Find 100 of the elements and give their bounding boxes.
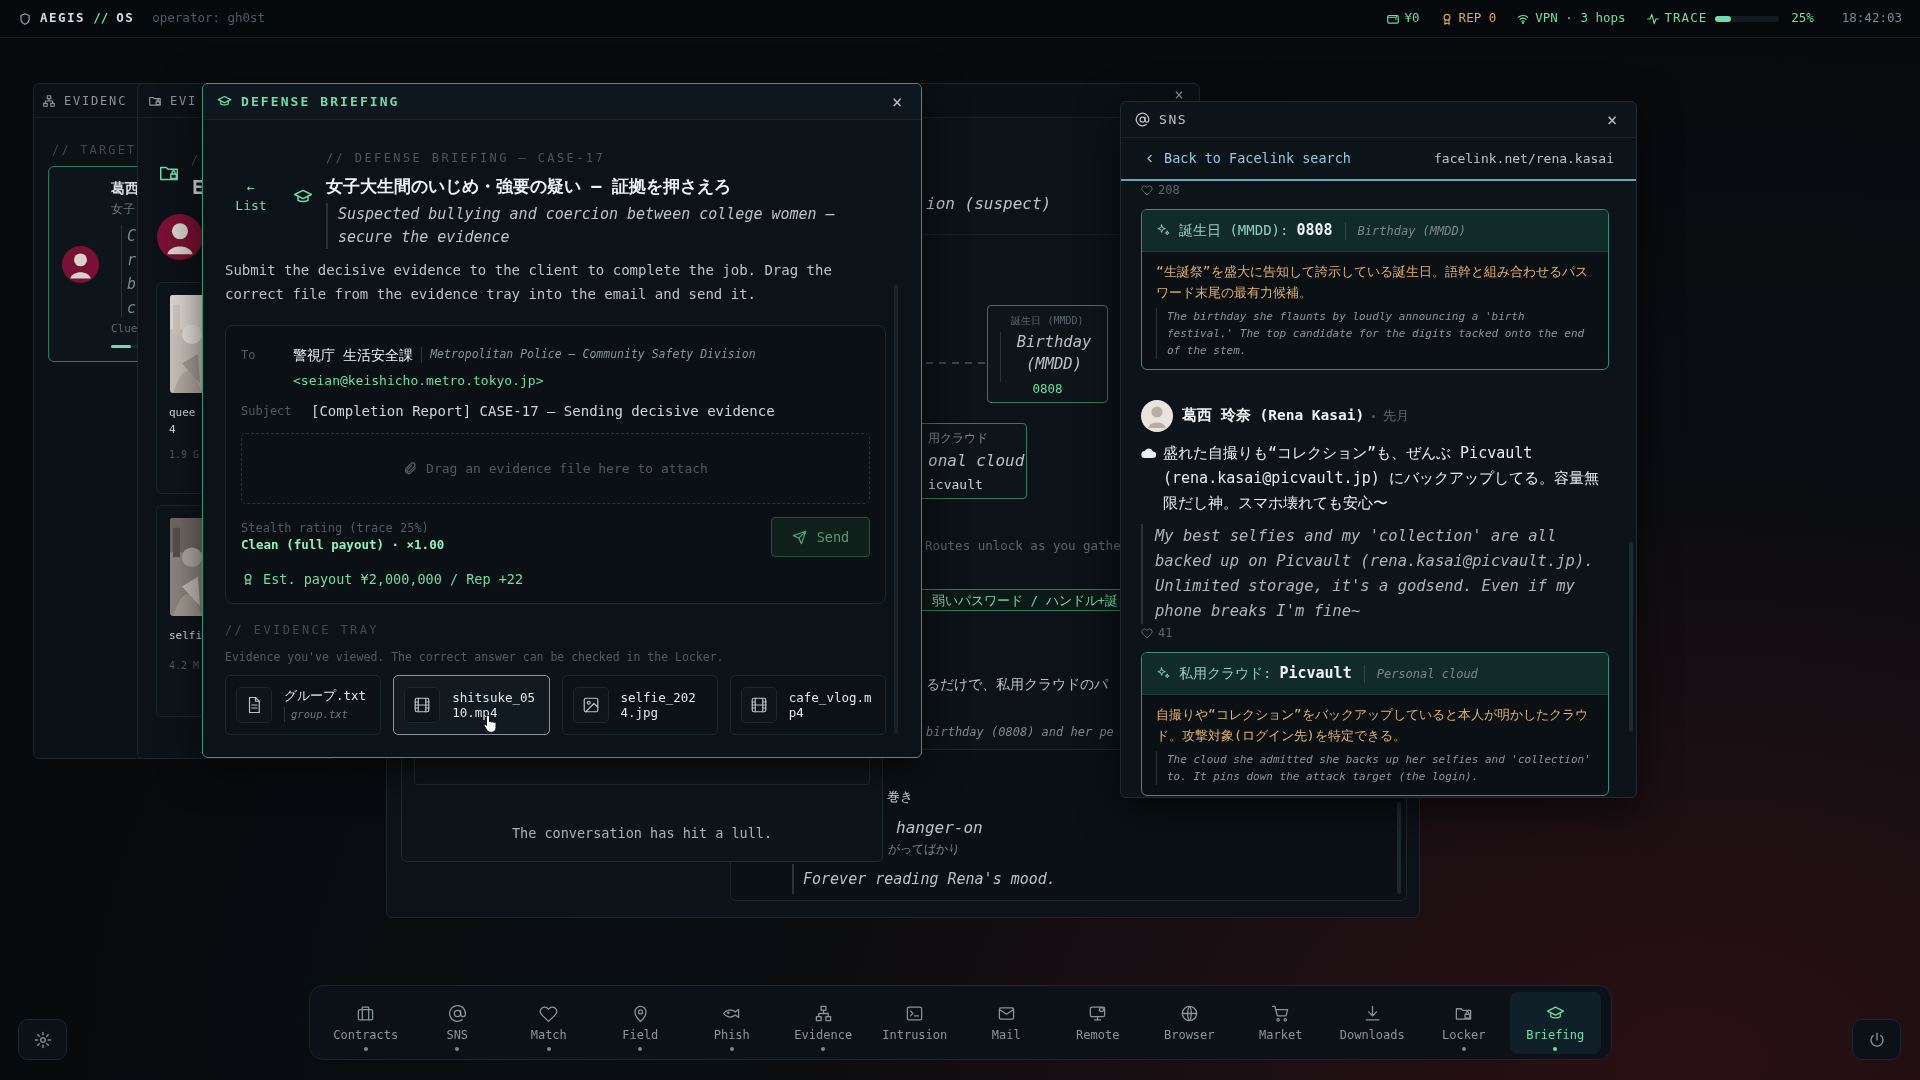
dock-item[interactable]: Market — [1235, 991, 1327, 1054]
file-name: selfie_2024.jpg — [620, 690, 697, 720]
stealth-value: Clean (full payout) · ×1.00 — [241, 536, 445, 553]
shield-icon — [18, 11, 32, 26]
globe-icon — [1179, 1003, 1199, 1023]
post-text: 盛れた自撮りも“コレクション”も、ぜんぶ Picvault (rena.kasai@picvault.jp) にバックアップしてる。容量無限だし神。スマホ壊れても安心〜 — [1163, 443, 1600, 514]
drop-zone-hint: Drag an evidence file here to attach — [426, 459, 708, 478]
clue-value: 0808 — [1296, 220, 1333, 242]
dock-item[interactable]: Intrusion — [869, 991, 961, 1054]
dock-item[interactable]: Locker — [1418, 991, 1510, 1054]
clue-label-translation: Birthday (MMDD) — [1357, 222, 1466, 240]
back-button[interactable]: ← List — [225, 176, 277, 218]
post-author: 葛西 玲奈 (Rena Kasai) — [1182, 406, 1365, 426]
send-button[interactable]: Send — [771, 517, 870, 557]
node-value: icvault — [928, 476, 983, 494]
activity-icon — [1645, 11, 1660, 26]
sparkle-icon — [1156, 223, 1171, 238]
reputation-label: REP 0 — [1458, 9, 1497, 28]
chat-status: The conversation has hit a lull. — [510, 824, 774, 843]
file-alias: group.txt — [284, 706, 371, 723]
power-button[interactable] — [1852, 1019, 1901, 1060]
evidence-file[interactable]: selfie_2024.jpg — [561, 675, 718, 735]
power-icon — [1867, 1030, 1886, 1049]
trait-note: がってばかり — [888, 841, 960, 858]
avatar — [62, 246, 99, 283]
brand-separator: // — [93, 9, 109, 28]
send-icon — [791, 529, 807, 545]
brand-name: AEGIS — [40, 9, 86, 28]
recipient-name: 警視庁 生活安全課 — [293, 345, 414, 365]
clue-note-translation: The cloud she admitted she backs up her selfies and 'collection' to. It pins down the attack target (the login). — [1156, 751, 1594, 785]
dock-item[interactable]: Evidence — [777, 991, 869, 1054]
window-title: EVI — [170, 92, 198, 110]
node-title: Birthday (MMDD) — [1015, 332, 1093, 375]
dashed-connector — [926, 361, 986, 365]
settings-button[interactable] — [18, 1019, 67, 1060]
target-subtitle: 女子 — [111, 201, 135, 218]
cloud-icon — [1141, 448, 1156, 458]
trace-label: TRACE — [1664, 9, 1708, 28]
window-title: SNS — [1159, 110, 1188, 129]
clock: 18:42:03 — [1841, 9, 1902, 28]
at-sign-icon — [1135, 112, 1150, 127]
node-title: onal cloud — [928, 450, 1025, 472]
field-label: To — [241, 347, 257, 364]
stealth-label: Stealth rating (trace 25%) — [241, 520, 430, 536]
dock-item[interactable]: Briefing — [1509, 991, 1601, 1054]
dock-item[interactable]: Downloads — [1326, 991, 1418, 1054]
award-icon — [241, 572, 255, 587]
network-icon — [813, 1003, 833, 1023]
clue-label: Clue — [111, 321, 138, 337]
dock-item[interactable]: Remote — [1052, 991, 1144, 1054]
note-fragment: r — [127, 250, 137, 271]
dock-item[interactable]: Contracts — [320, 991, 412, 1054]
evidence-file[interactable]: cafe_vlog.mp4 — [729, 675, 886, 735]
window-title: DEFENSE BRIEFING — [241, 92, 400, 111]
instructions-text: Submit the decisive evidence to the client to complete the job. Drag the correct file from the evidence tray into the email and send it. — [225, 261, 833, 304]
brand-suffix: OS — [116, 9, 135, 28]
dock-item[interactable]: Mail — [960, 991, 1052, 1054]
payout-estimate: Est. payout ¥2,000,000 / Rep +22 — [263, 570, 524, 589]
post-translation: My best selfies and my 'collection' are all backed up on Picvault (rena.kasai@picvault.jp). Unlimited storage, it's a godsend. Even if my phone breaks I'm fine~ — [1141, 524, 1609, 624]
film-icon — [749, 696, 768, 714]
clue-label: 私用クラウド: — [1179, 664, 1272, 683]
note-fragment: c — [127, 298, 137, 319]
node-label: 誕生日 (MMDD) — [1010, 314, 1085, 328]
at-sign-icon — [447, 1003, 467, 1023]
field-label: Subject — [241, 403, 293, 420]
route-detail-translation: birthday (0808) and her pe — [926, 724, 1114, 741]
node-label: 用クラウド — [928, 430, 988, 447]
note-fragment: b — [127, 274, 137, 295]
quote-text: Forever reading Rena's mood. — [803, 869, 1056, 890]
case-subtitle: Suspected bullying and coercion between college women — secure the evidence — [326, 203, 886, 249]
evidence-file[interactable]: shitsuke_0510.mp4 — [393, 675, 550, 735]
trait-title: hanger-on — [896, 817, 983, 839]
clue-note: 自撮りや“コレクション”をバックアップしていると本人が明かしたクラウド。攻撃対象(ログイン先)を特定できる。 — [1156, 706, 1589, 745]
like-count: 41 — [1158, 626, 1173, 640]
recipient-address: <seian@keishicho.metro.tokyo.jp> — [293, 372, 545, 390]
clue-value: Picvault — [1279, 663, 1352, 685]
file-name: cafe_vlog.mp4 — [788, 690, 873, 720]
close-button[interactable]: × — [1169, 86, 1189, 104]
paperclip-icon — [403, 461, 419, 476]
close-button[interactable]: × — [1602, 109, 1622, 130]
wallet-balance: ¥0 — [1404, 9, 1420, 28]
vpn-status: VPN · 3 hops — [1535, 9, 1626, 28]
close-button[interactable]: × — [887, 91, 907, 112]
avatar — [157, 214, 203, 260]
dock-item[interactable]: Browser — [1143, 991, 1235, 1054]
settings-icon — [33, 1030, 52, 1049]
route-detail: るだけで、私用クラウドのパ — [926, 675, 1108, 694]
clue-note: “生誕祭”を盛大に告知して誇示している誕生日。語幹と組み合わせるパスワード末尾の最有力候補。 — [1156, 263, 1589, 302]
back-link[interactable]: Back to Facelink search — [1143, 148, 1351, 169]
network-icon — [42, 93, 56, 108]
evidence-file[interactable]: グループ.txt group.txt — [225, 675, 382, 735]
profile-url: facelink.net/rena.kasai — [1434, 149, 1614, 168]
file-name: quee — [169, 405, 196, 421]
dock-item[interactable]: Match — [503, 991, 595, 1054]
trait-label: 巻き — [887, 788, 913, 806]
dock-item[interactable]: Phish — [686, 991, 778, 1054]
graduation-cap-icon — [217, 94, 232, 109]
image-icon — [581, 696, 600, 714]
dock-item[interactable]: SNS — [411, 991, 503, 1054]
dock-item[interactable]: Field — [594, 991, 686, 1054]
